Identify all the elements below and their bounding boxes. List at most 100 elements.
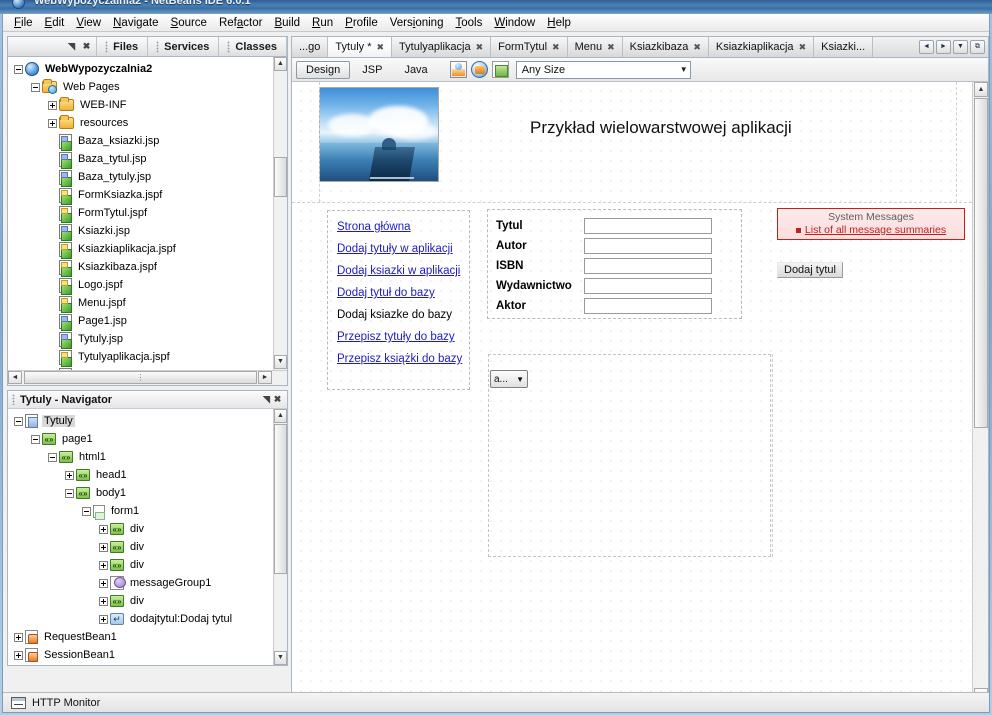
menu-item-versioning[interactable]: Versioning: [384, 16, 450, 30]
project-tree-item-row[interactable]: Baza_tytuly.jsp: [10, 168, 287, 187]
project-tree-item-row[interactable]: WebWypozyczalnia2: [10, 60, 287, 78]
navigator-tree-item-row[interactable]: ↵ dodajtytul:Dodaj tytul: [10, 610, 287, 628]
canvas-vertical-scrollbar[interactable]: ▲ ▼: [972, 82, 988, 703]
project-tree-item-row[interactable]: FormKsiazka.jspf: [10, 186, 287, 205]
close-icon[interactable]: ✖: [376, 42, 384, 53]
form-input-isbn[interactable]: [584, 258, 712, 274]
refresh-icon[interactable]: [470, 61, 488, 78]
scroll-down-icon[interactable]: ▼: [274, 651, 287, 665]
editor-tab-ksiazki[interactable]: Ksiazki...: [814, 37, 874, 57]
projects-horizontal-scrollbar[interactable]: ◄ ⋮ ►: [8, 370, 287, 385]
preview-in-browser-icon[interactable]: [449, 61, 467, 78]
view-button-java[interactable]: Java: [394, 61, 437, 79]
expand-icon[interactable]: [14, 632, 23, 642]
banner-image[interactable]: [319, 87, 439, 182]
scroll-up-icon[interactable]: ▲: [974, 82, 988, 97]
collapse-icon[interactable]: [31, 82, 40, 92]
explorer-tab-files[interactable]: Files: [97, 37, 149, 56]
collapse-icon[interactable]: [65, 488, 74, 498]
view-button-design[interactable]: Design: [296, 60, 351, 79]
menu-item-edit[interactable]: Edit: [39, 16, 71, 30]
project-tree-item-row[interactable]: Ksiazki.jsp: [10, 222, 287, 241]
navigator-tree[interactable]: Tytuly «» page1 «» html1 «» head1 «» body1 form1 «…: [8, 409, 287, 664]
tab-list-button[interactable]: ▼: [953, 40, 968, 54]
expand-icon[interactable]: [48, 100, 57, 110]
navigator-tree-item-row[interactable]: SessionBean1: [10, 646, 287, 664]
project-tree-item-row[interactable]: Ksiazkibaza.jspf: [10, 258, 287, 277]
project-tree-item-row[interactable]: Tytulyaplikacja.jspf: [10, 348, 287, 367]
navigator-tree-item-row[interactable]: «» div: [10, 592, 287, 610]
form-input-wydawnictwo[interactable]: [584, 278, 712, 294]
navigator-tree-item-row[interactable]: «» head1: [10, 466, 287, 484]
project-tree-item-row[interactable]: Baza_tytul.jsp: [10, 150, 287, 169]
close-icon[interactable]: ✖: [693, 42, 701, 53]
navigator-vertical-scrollbar[interactable]: ▲ ▼: [273, 409, 287, 665]
scrollbar-thumb[interactable]: [274, 424, 287, 574]
size-selector[interactable]: Any Size ▼: [515, 60, 691, 79]
menu-item-profile[interactable]: Profile: [339, 16, 384, 30]
scrollbar-thumb[interactable]: ⋮: [24, 371, 257, 384]
project-tree-item-row[interactable]: Ksiazkiaplikacja.jspf: [10, 240, 287, 259]
expand-icon[interactable]: [65, 470, 74, 480]
design-link-3[interactable]: Dodaj tytuł do bazy: [337, 277, 469, 299]
http-monitor-label[interactable]: HTTP Monitor: [32, 697, 100, 709]
minimize-icon[interactable]: ◥: [261, 394, 272, 405]
project-tree-item-row[interactable]: Logo.jspf: [10, 276, 287, 295]
expand-icon[interactable]: [99, 524, 108, 534]
expand-icon[interactable]: [99, 578, 108, 588]
navigator-tree-item-row[interactable]: RequestBean1: [10, 628, 287, 646]
page-title[interactable]: Przykład wielowarstwowej aplikacji: [530, 118, 792, 138]
navigator-tree-item-row[interactable]: form1: [10, 502, 287, 520]
scroll-tabs-left-button[interactable]: ◄: [919, 40, 934, 54]
show-virtual-forms-icon[interactable]: [491, 61, 509, 78]
design-canvas[interactable]: Przykład wielowarstwowej aplikacji Stron…: [292, 82, 972, 703]
scroll-up-icon[interactable]: ▲: [274, 57, 287, 71]
menu-item-refactor[interactable]: Refactor: [213, 16, 268, 30]
explorer-tab-services[interactable]: Services: [148, 37, 220, 56]
navigator-tree-item-row[interactable]: «» body1: [10, 484, 287, 502]
collapse-icon[interactable]: [14, 64, 23, 74]
scroll-down-icon[interactable]: ▼: [274, 355, 287, 369]
scroll-tabs-right-button[interactable]: ►: [936, 40, 951, 54]
project-tree-item-row[interactable]: Page1.jsp: [10, 312, 287, 331]
navigator-tree-item-row[interactable]: «» div: [10, 520, 287, 538]
editor-tab-tytulyaplikacja[interactable]: Tytulyaplikacja ✖: [392, 37, 492, 57]
close-icon[interactable]: ✖: [81, 41, 92, 52]
scrollbar-thumb[interactable]: [274, 157, 287, 197]
scroll-up-icon[interactable]: ▲: [274, 409, 287, 423]
project-tree-item-row[interactable]: resources: [10, 114, 287, 132]
minimize-icon[interactable]: ◥: [66, 41, 77, 52]
navigator-tree-item-row[interactable]: Tytuly: [10, 412, 287, 430]
editor-tab-tytuly[interactable]: Tytuly * ✖: [328, 37, 393, 57]
close-icon[interactable]: ✖: [552, 42, 560, 53]
expand-icon[interactable]: [14, 650, 23, 660]
menu-item-file[interactable]: File: [8, 16, 39, 30]
menu-item-source[interactable]: Source: [165, 16, 213, 30]
close-icon[interactable]: ✖: [476, 42, 484, 53]
close-icon[interactable]: ✖: [607, 42, 615, 53]
editor-tab-go[interactable]: ...go: [292, 37, 329, 57]
design-link-0[interactable]: Strona główna: [337, 211, 469, 233]
form-input-autor[interactable]: [584, 238, 712, 254]
collapse-icon[interactable]: [31, 434, 40, 444]
scrollbar-thumb[interactable]: [974, 98, 988, 428]
editor-tab-formtytul[interactable]: FormTytul ✖: [491, 37, 568, 57]
editor-tab-ksiazkiaplikacja[interactable]: Ksiazkiaplikacja ✖: [708, 37, 815, 57]
projects-vertical-scrollbar[interactable]: ▲ ▼: [273, 57, 287, 385]
design-link-5[interactable]: Przepisz tytuły do bazy: [337, 321, 469, 343]
expand-icon[interactable]: [99, 560, 108, 570]
navigator-tree-item-row[interactable]: «» page1: [10, 430, 287, 448]
expand-icon[interactable]: [48, 118, 57, 128]
collapse-icon[interactable]: [48, 452, 57, 462]
expand-icon[interactable]: [99, 614, 108, 624]
menu-item-window[interactable]: Window: [488, 16, 541, 30]
scroll-left-icon[interactable]: ◄: [8, 371, 22, 384]
navigator-tree-item-row[interactable]: «» div: [10, 556, 287, 574]
design-link-1[interactable]: Dodaj tytuły w aplikacji: [337, 233, 469, 255]
close-icon[interactable]: ✖: [799, 42, 807, 53]
submit-button[interactable]: Dodaj tytul: [777, 262, 843, 278]
scroll-right-icon[interactable]: ►: [258, 371, 272, 384]
project-tree-item-row[interactable]: Web Pages: [10, 78, 287, 96]
editor-tab-ksiazkibaza[interactable]: Ksiazkibaza ✖: [622, 37, 709, 57]
project-tree-item-row[interactable]: Tytuly.jsp: [10, 330, 287, 349]
